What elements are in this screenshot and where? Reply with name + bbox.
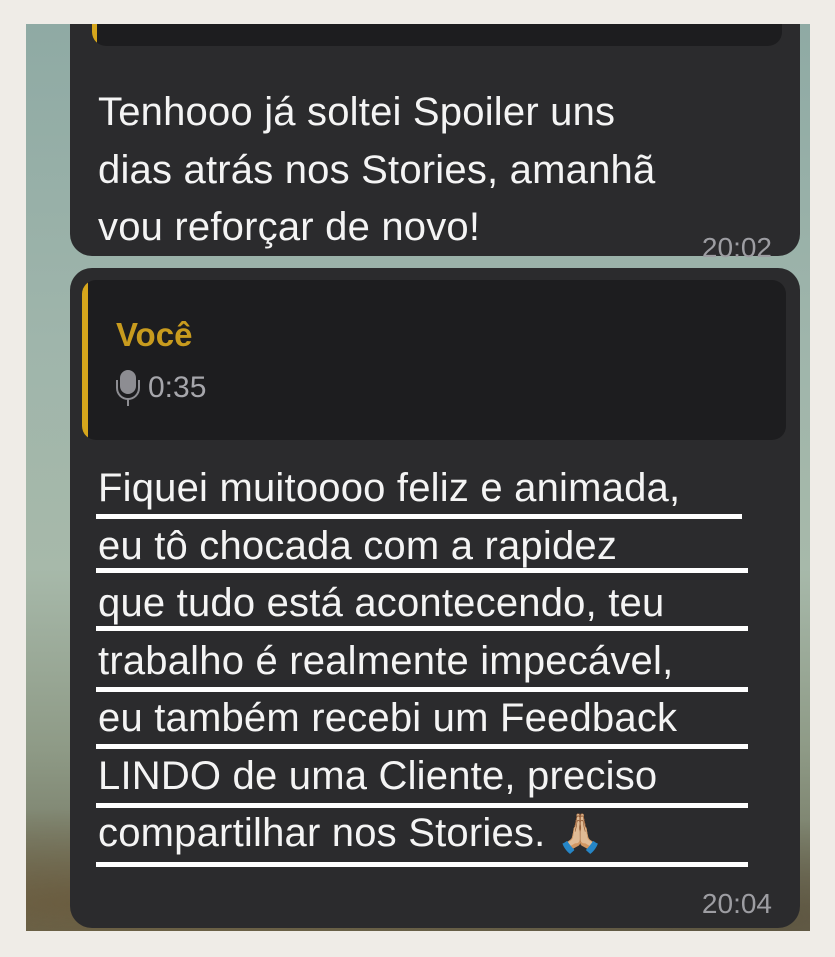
praying-hands-emoji: 🙏🏼 [556,813,605,855]
chat-screenshot: Tenhooo já soltei Spoiler uns dias atrás… [26,24,810,931]
message-bubble-1[interactable]: Tenhooo já soltei Spoiler uns dias atrás… [70,24,800,263]
reply-accent-bar [82,280,88,440]
message-bubble-2[interactable]: Você 0:35 Fiquei muitoooo feliz e animad… [70,268,800,928]
underline-annotation [96,514,742,519]
microphone-icon [116,368,140,408]
voice-note-duration: 0:35 [148,371,207,404]
message-text: Fiquei muitoooo feliz e animada, eu tô c… [98,466,681,855]
underline-annotation [96,568,748,573]
voice-note-info: 0:35 [116,368,206,408]
underline-annotation [96,803,748,808]
reply-author: Você [116,316,193,353]
underline-annotation [96,687,748,692]
reply-preview-cropped [92,24,782,46]
underline-annotation [96,862,748,867]
message-timestamp: 20:04 [701,888,772,919]
message-timestamp: 20:02 [701,232,772,263]
message-text: Tenhooo já soltei Spoiler uns dias atrás… [98,90,656,249]
underline-annotation [96,744,748,749]
reply-preview[interactable]: Você 0:35 [82,280,786,440]
reply-accent-bar [92,24,97,46]
underline-annotation [96,626,748,631]
